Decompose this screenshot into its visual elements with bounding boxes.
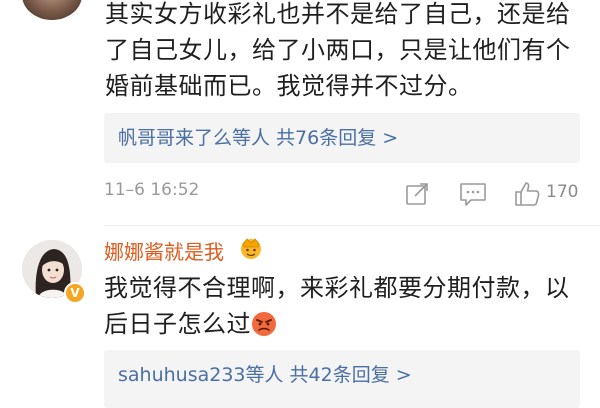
comment-line: 其实女方收彩礼也并不是给了自己，还是给 (105, 0, 571, 28)
comment-line: 我觉得不合理啊，来彩礼都要分期付款，以 (104, 274, 570, 302)
comment-line: 后日子怎么过 (104, 310, 251, 338)
comment-line-with-emoji: 后日子怎么过 (104, 306, 584, 342)
comment-text: 我觉得不合理啊，来彩礼都要分期付款，以 后日子怎么过 (104, 270, 584, 342)
verified-badge-icon: V (64, 282, 86, 304)
replies-box[interactable]: 帆哥哥来了么等人 共76条回复 > (104, 113, 580, 163)
crown-icon (241, 238, 261, 259)
like-icon[interactable] (513, 180, 541, 208)
comment-timestamp: 11–6 16:52 (104, 180, 200, 200)
share-icon[interactable] (404, 181, 430, 207)
divider (104, 225, 600, 226)
comment-icon[interactable] (458, 181, 488, 207)
comment-line: 了自己女儿，给了小两口，只是让他们有个 (105, 36, 571, 64)
replies-link[interactable]: 帆哥哥来了么等人 共76条回复 > (104, 113, 580, 163)
comment-text: 其实女方收彩礼也并不是给了自己，还是给 了自己女儿，给了小两口，只是让他们有个 … (105, 0, 585, 104)
comment-line: 婚前基础而已。我觉得并不过分。 (105, 72, 473, 100)
like-count: 170 (546, 182, 579, 202)
username[interactable]: 娜娜酱就是我 (104, 236, 224, 265)
replies-box[interactable]: sahuhusa233等人 共42条回复 > (104, 350, 580, 408)
replies-link[interactable]: sahuhusa233等人 共42条回复 > (104, 350, 580, 400)
angry-emoji-icon (252, 312, 276, 336)
commenter-avatar[interactable] (22, 0, 82, 20)
